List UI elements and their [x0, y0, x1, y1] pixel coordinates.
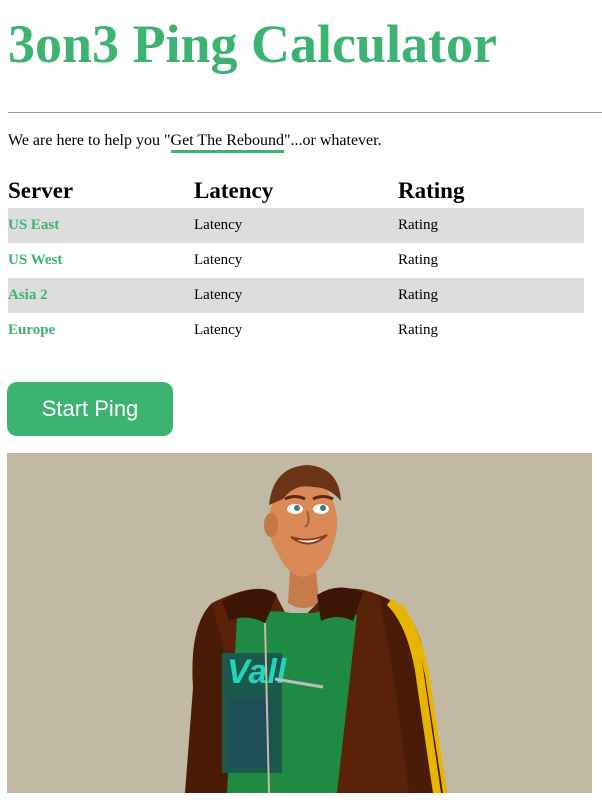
- latency-value: Latency: [194, 322, 243, 338]
- character-image: Vall: [7, 453, 592, 793]
- character-illustration: Vall: [185, 465, 447, 793]
- latency-column-header: Latency: [194, 177, 274, 203]
- get-the-rebound-link[interactable]: Get The Rebound: [170, 132, 284, 153]
- server-column-header: Server: [8, 177, 74, 203]
- server-name: US West: [8, 252, 63, 268]
- latency-value: Latency: [194, 208, 398, 243]
- server-name: Asia 2: [8, 278, 194, 313]
- table-header-row: Server Latency Rating: [8, 173, 584, 208]
- latency-value: Latency: [194, 252, 243, 268]
- table-row: US East Latency Rating: [8, 208, 584, 243]
- tagline: We are here to help you "Get The Rebound…: [8, 131, 382, 153]
- tagline-text-after: "...or whatever.: [283, 132, 382, 149]
- table-row: Europe Latency Rating: [8, 313, 584, 348]
- tagline-text-before: We are here to help you ": [8, 132, 171, 149]
- rating-value: Rating: [398, 208, 584, 243]
- rating-value: Rating: [398, 278, 584, 313]
- table-row: US West Latency Rating: [8, 243, 584, 278]
- rating-column-header: Rating: [398, 177, 465, 203]
- server-name: US East: [8, 208, 194, 243]
- page-title: 3on3 Ping Calculator: [8, 14, 498, 74]
- rating-value: Rating: [398, 322, 438, 338]
- server-table: Server Latency Rating US East Latency Ra…: [8, 173, 584, 348]
- rating-value: Rating: [398, 252, 438, 268]
- latency-value: Latency: [194, 278, 398, 313]
- title-divider: [8, 112, 602, 113]
- server-name: Europe: [8, 322, 56, 338]
- start-ping-button[interactable]: Start Ping: [7, 382, 173, 436]
- shirt-text: Vall: [227, 653, 288, 691]
- table-row: Asia 2 Latency Rating: [8, 278, 584, 313]
